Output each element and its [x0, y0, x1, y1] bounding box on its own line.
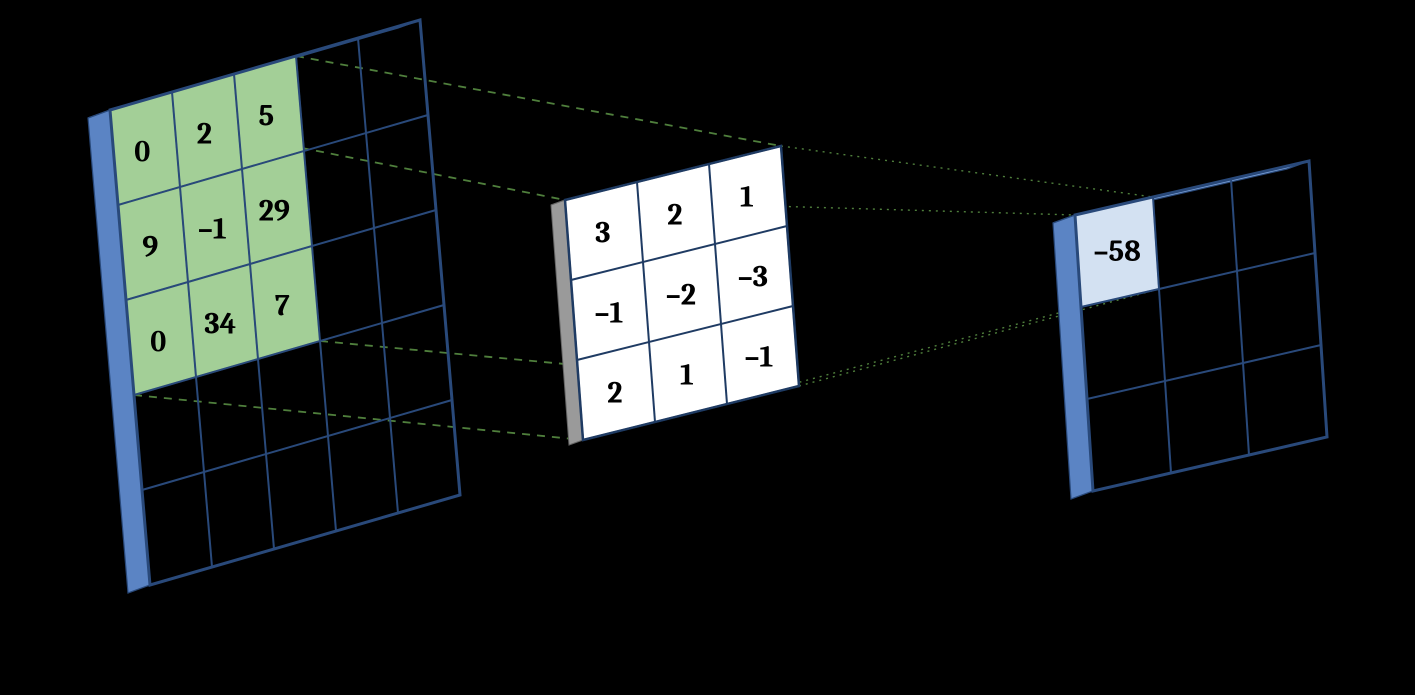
svg-text:–2: –2 — [666, 278, 696, 313]
svg-text:9: 9 — [142, 229, 158, 264]
svg-text:–1: –1 — [744, 340, 773, 375]
output-grid-line — [1231, 179, 1249, 455]
output-grid-line — [1087, 345, 1321, 399]
svg-text:3: 3 — [595, 216, 610, 251]
input-grid-line — [142, 400, 452, 490]
convolution-diagram: 0 2 5 9 –1 29 0 34 7 3 2 1 –1 –2 –3 2 1 –1 –58 — [0, 0, 1415, 695]
projection-line-dotted — [799, 289, 1159, 386]
svg-text:34: 34 — [204, 306, 236, 341]
svg-text:2: 2 — [607, 376, 622, 411]
svg-text:2: 2 — [197, 116, 212, 151]
svg-text:1: 1 — [740, 180, 754, 215]
svg-text:0: 0 — [150, 324, 166, 359]
projection-line-dotted — [781, 146, 1153, 197]
input-grid-line — [358, 38, 398, 513]
svg-text:29: 29 — [259, 193, 290, 228]
output-grid-line — [1153, 197, 1171, 473]
svg-text:–1: –1 — [594, 296, 623, 331]
svg-text:1: 1 — [680, 358, 694, 393]
svg-text:–1: –1 — [198, 211, 227, 246]
svg-text:0: 0 — [134, 134, 150, 169]
svg-text:–3: –3 — [738, 260, 768, 295]
svg-text:–58: –58 — [1093, 234, 1140, 269]
svg-text:2: 2 — [667, 198, 682, 233]
svg-text:7: 7 — [275, 288, 290, 323]
svg-text:5: 5 — [258, 98, 274, 133]
